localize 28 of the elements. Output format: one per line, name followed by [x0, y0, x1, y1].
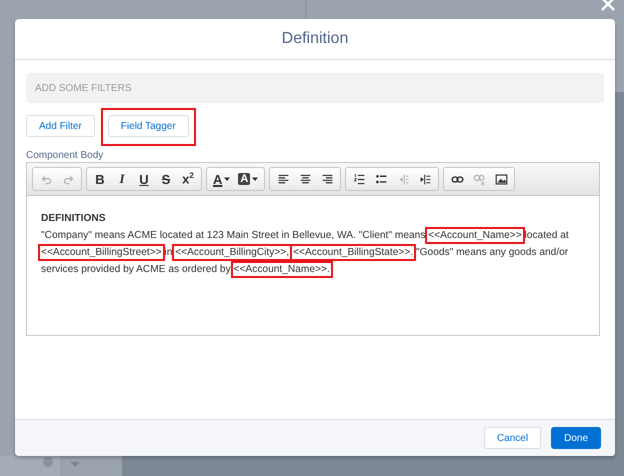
italic-button[interactable]: I: [111, 169, 133, 189]
done-button[interactable]: Done: [551, 427, 601, 449]
action-button[interactable]: Add Filter: [26, 115, 95, 137]
undo-icon: [40, 172, 52, 186]
close-icon[interactable]: [600, 0, 616, 12]
bullet-list-icon: [374, 172, 388, 186]
align-right-icon: [320, 172, 334, 186]
cancel-button[interactable]: Cancel: [484, 427, 542, 449]
caret-icon: [252, 176, 258, 182]
bold-button[interactable]: B: [89, 169, 111, 189]
redo-icon: [62, 172, 74, 186]
text-color-button[interactable]: A: [209, 169, 234, 189]
action-button[interactable]: Field Tagger: [108, 115, 189, 137]
indent-icon: [418, 172, 432, 186]
image-icon: [494, 172, 508, 186]
align-center-icon: [298, 172, 312, 186]
field-label: Component Body: [26, 150, 104, 161]
body-text: "Company" means ACME located at 123 Main Street in Bellevue, WA. "Client" means <<Account_Name>> located at <<Account_BillingStreet>> in <<Account_BillingCity>>, <<Account_BillingState>>. "Goods" means any goods and/or services provided by ACME as ordered by <<Account_Name>>.: [41, 227, 585, 278]
numbered-list-icon: [352, 172, 366, 186]
background-color-button[interactable]: A: [234, 169, 262, 189]
caret-icon: [224, 176, 230, 182]
underline-button[interactable]: U: [133, 169, 155, 189]
align-left-icon: [276, 172, 290, 186]
section-heading: DEFINITIONS: [41, 212, 107, 226]
strike-button[interactable]: S: [155, 169, 177, 189]
dialog-title: Definition: [282, 30, 348, 48]
superscript-button[interactable]: x$^{2}$: [177, 169, 199, 189]
unlink-icon: [472, 172, 486, 186]
